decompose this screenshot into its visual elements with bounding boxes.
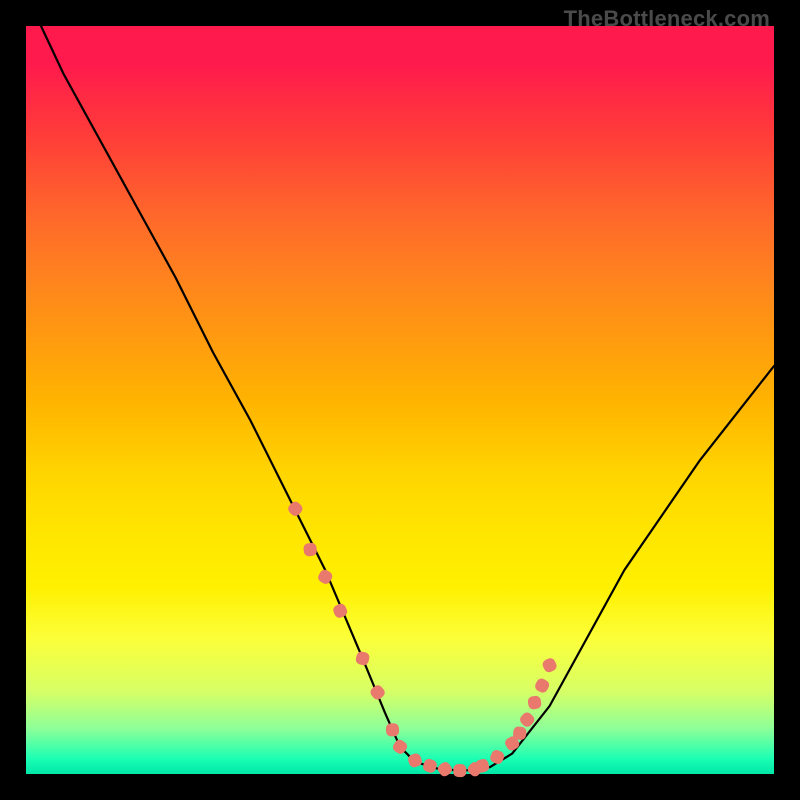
valley-marker xyxy=(453,764,466,777)
valley-marker xyxy=(303,542,318,557)
valley-marker xyxy=(332,602,349,619)
valley-marker xyxy=(386,723,400,737)
marker-group xyxy=(286,500,558,779)
valley-marker xyxy=(533,677,551,695)
bottleneck-curve xyxy=(41,26,774,771)
chart-svg xyxy=(26,26,774,774)
valley-marker xyxy=(368,683,386,701)
chart-frame xyxy=(26,26,774,774)
valley-marker xyxy=(489,748,506,765)
valley-marker xyxy=(355,651,371,667)
valley-marker xyxy=(422,758,438,774)
valley-marker xyxy=(541,657,558,674)
curve-group xyxy=(41,26,774,771)
valley-marker xyxy=(527,695,542,710)
valley-marker xyxy=(286,500,304,518)
valley-marker xyxy=(436,760,454,778)
